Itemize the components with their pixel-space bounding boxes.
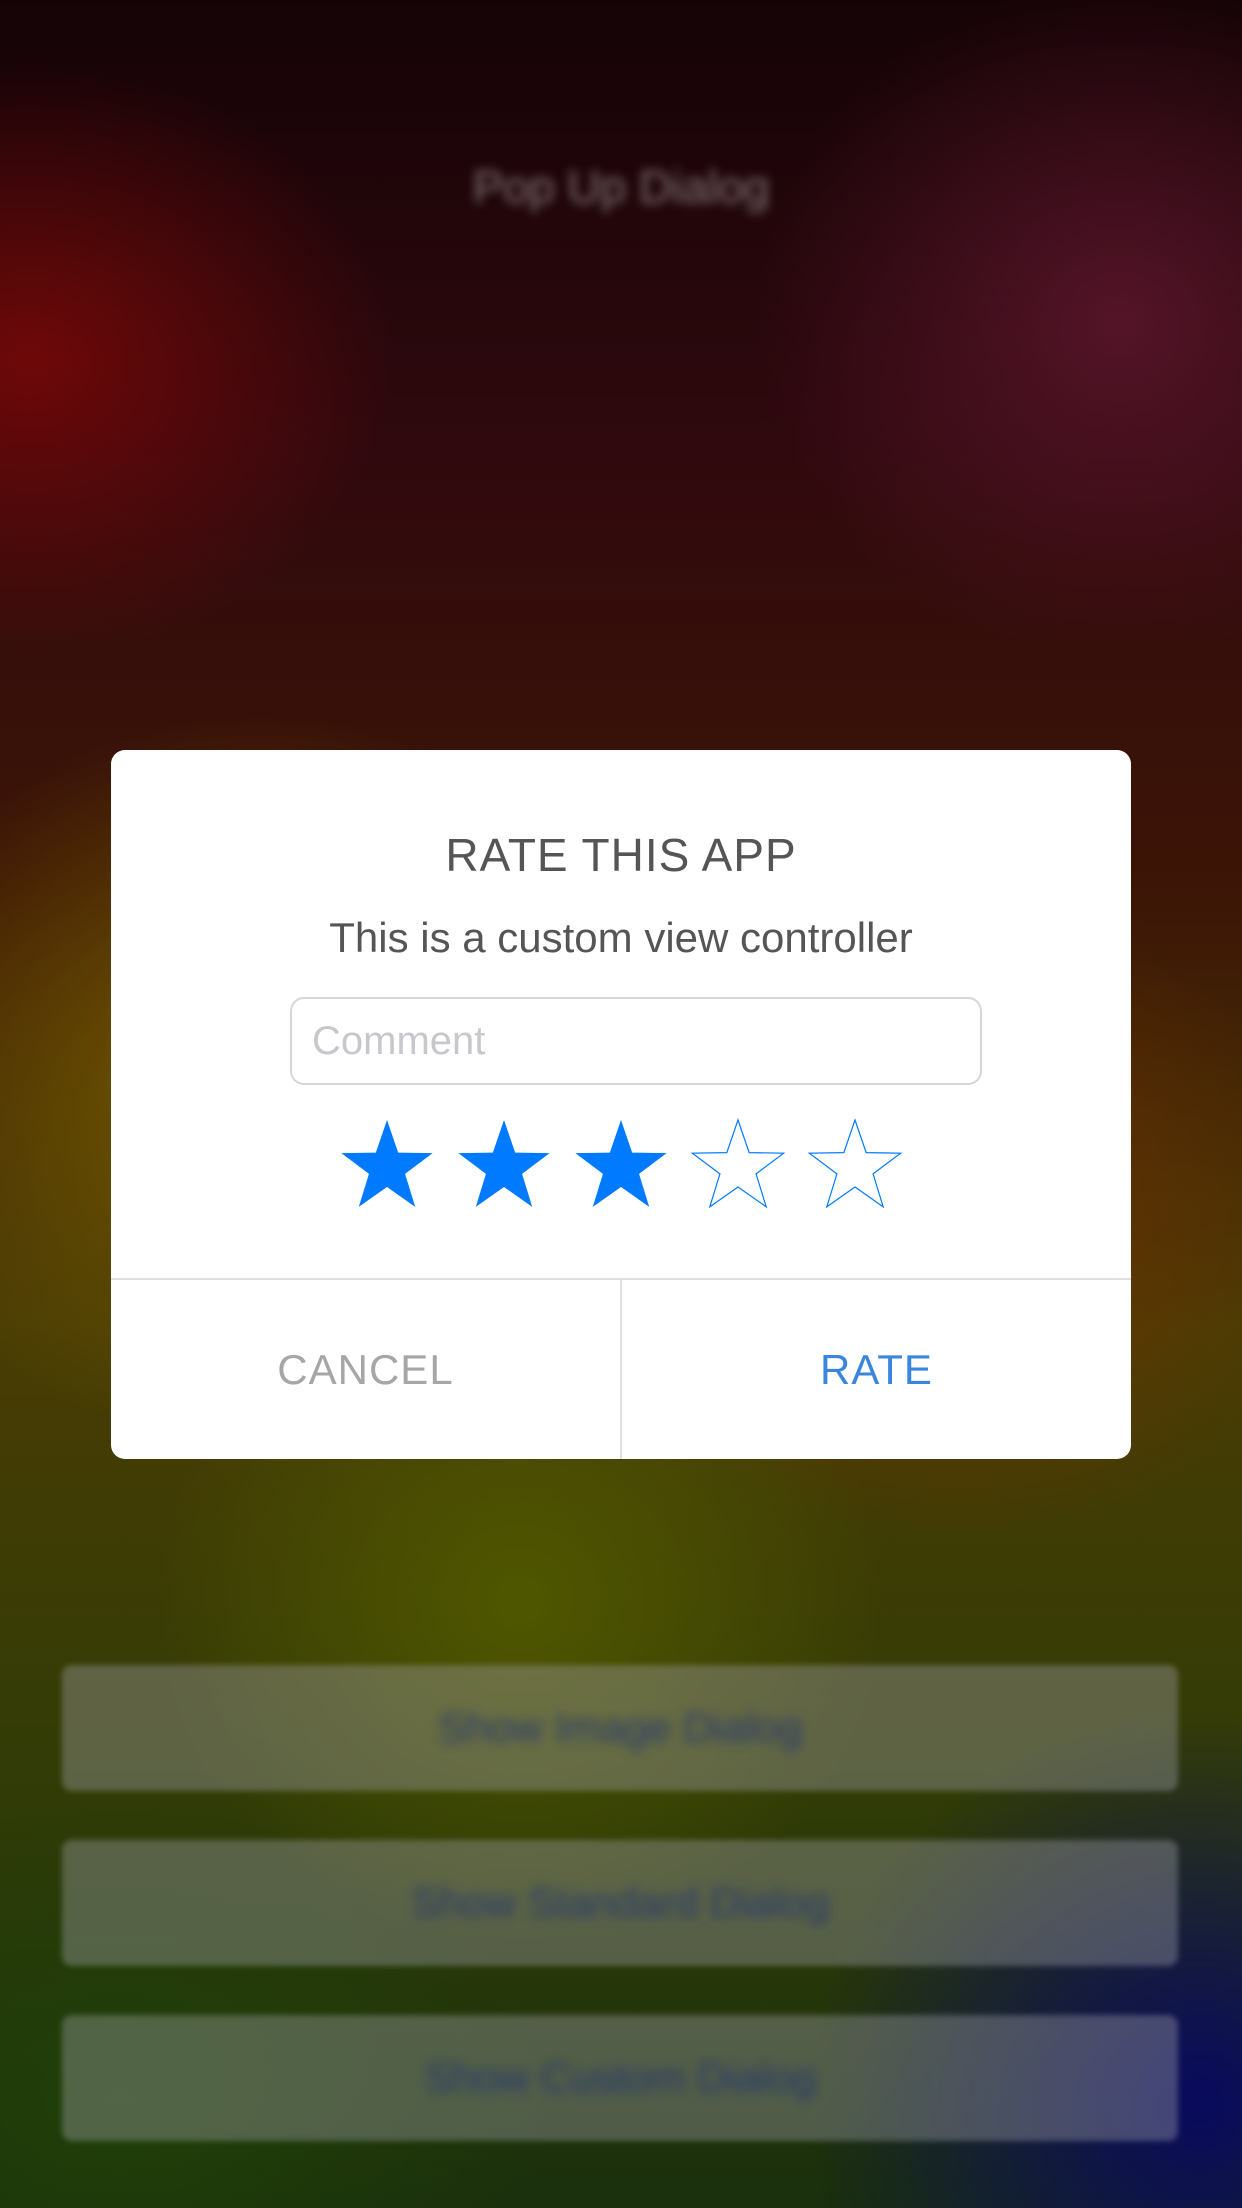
- dialog-message: This is a custom view controller: [329, 914, 913, 961]
- star-filled-icon[interactable]: [446, 1118, 563, 1214]
- star-filled-icon[interactable]: [329, 1118, 446, 1214]
- rate-dialog: RATE THIS APP This is a custom view cont…: [111, 750, 1131, 1459]
- star-rating: [111, 1118, 1131, 1214]
- dialog-title: RATE THIS APP: [445, 829, 797, 881]
- cancel-button[interactable]: CANCEL: [111, 1280, 620, 1459]
- comment-input[interactable]: [290, 997, 982, 1085]
- rate-button[interactable]: RATE: [622, 1280, 1131, 1459]
- star-outline-icon[interactable]: [797, 1118, 914, 1214]
- star-filled-icon[interactable]: [563, 1118, 680, 1214]
- star-outline-icon[interactable]: [680, 1118, 797, 1214]
